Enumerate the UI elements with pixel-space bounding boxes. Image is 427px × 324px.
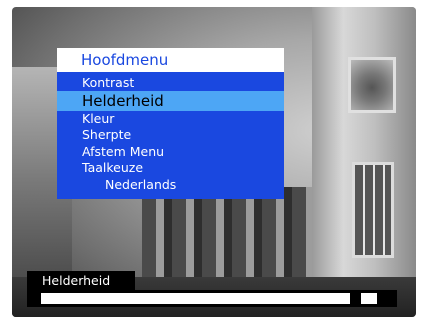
background-window-tall (352, 162, 394, 258)
main-menu: Hoofdmenu Kontrast Helderheid Kleur Sher… (57, 48, 284, 199)
menu-title: Hoofdmenu (57, 48, 284, 72)
brightness-slider-end (361, 293, 377, 304)
menu-item-kontrast[interactable]: Kontrast (57, 75, 284, 91)
osd-label: Helderheid (27, 271, 135, 290)
menu-item-sherpte[interactable]: Sherpte (57, 127, 284, 143)
menu-subitem-language[interactable]: Nederlands (57, 177, 284, 193)
menu-item-afstem-menu[interactable]: Afstem Menu (57, 144, 284, 160)
brightness-slider-fill (41, 293, 350, 304)
menu-item-kleur[interactable]: Kleur (57, 111, 284, 127)
menu-item-taalkeuze[interactable]: Taalkeuze (57, 160, 284, 176)
background-window-rose (348, 57, 396, 113)
brightness-slider[interactable] (27, 290, 397, 307)
menu-item-helderheid[interactable]: Helderheid (57, 91, 284, 111)
